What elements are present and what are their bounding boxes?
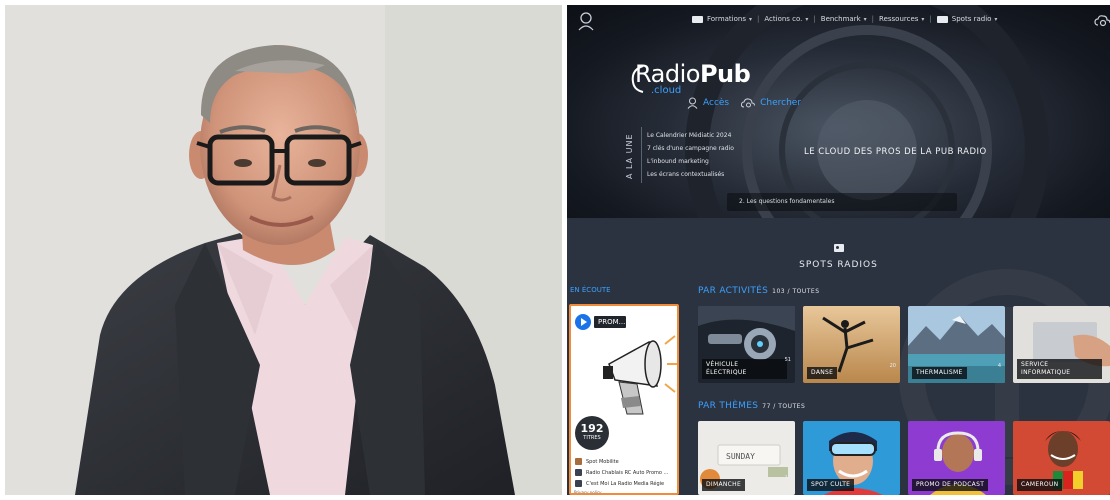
radio-icon (833, 244, 844, 252)
playlist-item[interactable]: C'est Moi La Radio Media Régie (575, 478, 668, 489)
activities-label: PAR ACTIVITÉS (698, 286, 769, 296)
menu-label: Actions co. (764, 15, 803, 23)
themes-label: PAR THÈMES (698, 401, 759, 411)
hero-banner: Formations ▾ | Actions co. ▾ | Benchmark… (567, 5, 1110, 218)
logo-wordmark: RadioPub (635, 60, 751, 88)
radiopub-logo[interactable]: RadioPub .cloud (631, 60, 751, 96)
tile-caption: PROMO DE PODCAST (912, 479, 989, 491)
menu-label: Ressources (879, 15, 919, 23)
main-menu: Formations ▾ | Actions co. ▾ | Benchmark… (687, 15, 1002, 23)
menu-label: Benchmark (820, 15, 861, 23)
search-label: Chercher (760, 98, 802, 108)
activities-heading[interactable]: PAR ACTIVITÉS 103 / TOUTES (698, 286, 820, 296)
track-thumbnail (575, 480, 582, 487)
cloud-swoosh-icon (631, 65, 644, 93)
a-la-une-label: A LA UNE (625, 133, 634, 179)
cloud-search-icon[interactable] (1094, 13, 1110, 29)
radio-badge-icon (936, 15, 948, 23)
logo-pub: Pub (699, 60, 751, 88)
hero-tagline: LE CLOUD DES PROS DE LA PUB RADIO (804, 147, 987, 157)
a-la-une-item[interactable]: Les écrans contextualisés (647, 168, 734, 181)
logo-cloud-suffix: .cloud (651, 85, 682, 96)
a-la-une-item[interactable]: 7 clés d'une campagne radio (647, 142, 734, 155)
themes-heading[interactable]: PAR THÈMES 77 / TOUTES (698, 401, 805, 411)
tile-caption: SPOT CULTE (807, 479, 855, 491)
tile-caption-line: VÉHICULE (706, 361, 739, 368)
track-count: 192 (580, 422, 604, 435)
tile-count: 18 (784, 475, 791, 481)
portrait-photo (5, 5, 562, 495)
tile-count: 4 (997, 363, 1001, 369)
tile-caption-line: ÉLECTRIQUE (706, 369, 747, 376)
themes-count: 77 / TOUTES (762, 403, 806, 410)
tile-caption-line: INFORMATIQUE (1021, 369, 1071, 376)
playlist-item[interactable]: Radio Chablais RC Auto Promo ... (575, 467, 668, 478)
a-la-une-item[interactable]: L'inbound marketing (647, 155, 734, 168)
privacy-policy-link[interactable]: Privacy policy (574, 490, 602, 493)
tile-count: 20 (889, 363, 896, 369)
tile-danse[interactable]: DANSE 20 (803, 306, 900, 383)
radiopub-website: Formations ▾ | Actions co. ▾ | Benchmark… (567, 5, 1110, 495)
menu-label: Spots radio (951, 15, 992, 23)
menu-actions-co[interactable]: Actions co. ▾ (759, 15, 813, 23)
menu-formations[interactable]: Formations ▾ (687, 15, 757, 23)
user-icon (687, 97, 698, 109)
section-title: SPOTS RADIOS (799, 260, 878, 270)
user-icon[interactable] (577, 11, 595, 31)
menu-spots-radio[interactable]: Spots radio ▾ (932, 15, 1003, 23)
tile-promo-de-podcast[interactable]: PROMO DE PODCAST (908, 421, 1005, 495)
track-title: Spot Mobilite (586, 458, 619, 465)
tile-caption: CAMEROUN (1017, 479, 1063, 491)
sunday-sign-text: SUNDAY (726, 452, 755, 461)
questions-fondamentales-link[interactable]: 2. Les questions fondamentales (727, 193, 957, 211)
menu-label: Formations (707, 15, 746, 23)
track-thumbnail (575, 458, 582, 465)
tile-cameroun[interactable]: CAMEROUN (1013, 421, 1110, 495)
tile-dimanche[interactable]: SUNDAY DIMANCHE 18 (698, 421, 795, 495)
track-count-label: TITRES (583, 435, 601, 441)
spots-radios-header: SPOTS RADIOS (567, 237, 1110, 270)
track-title: C'est Moi La Radio Media Régie (586, 480, 665, 487)
top-navigation: Formations ▾ | Actions co. ▾ | Benchmark… (567, 5, 1110, 37)
playlist: Spot Mobilite Radio Chablais RC Auto Pro… (575, 456, 668, 489)
access-label: Accès (703, 98, 730, 108)
portrait-illustration (5, 5, 562, 495)
chevron-down-icon: ▾ (994, 15, 998, 23)
track-count-badge: 192 TITRES (575, 416, 609, 450)
tile-thermalisme[interactable]: THERMALISME 4 (908, 306, 1005, 383)
tile-caption-line: SERVICE (1021, 361, 1049, 368)
now-playing-label: EN ÉCOUTE (570, 286, 611, 294)
search-link[interactable]: Chercher (741, 97, 801, 109)
playlist-item[interactable]: Spot Mobilite (575, 456, 668, 467)
chevron-down-icon: ▾ (748, 15, 752, 23)
menu-ressources[interactable]: Ressources ▾ (874, 15, 929, 23)
radio-badge-icon (692, 15, 703, 23)
audio-player-widget: PROM... 192 TITRES Spot Mobilite Radio C… (569, 304, 679, 495)
tile-caption: VÉHICULE ÉLECTRIQUE (702, 359, 787, 379)
track-title: Radio Chablais RC Auto Promo ... (586, 469, 669, 476)
tile-caption: DANSE (807, 367, 838, 379)
menu-benchmark[interactable]: Benchmark ▾ (816, 15, 872, 23)
track-thumbnail (575, 469, 582, 476)
a-la-une-list: Le Calendrier Médiatic 2024 7 clés d'une… (647, 129, 734, 181)
megaphone-illustration (603, 335, 677, 415)
tile-vehicule-electrique[interactable]: VÉHICULE ÉLECTRIQUE 51 (698, 306, 795, 383)
tile-count: 51 (784, 357, 791, 363)
chevron-down-icon: ▾ (921, 15, 925, 23)
cloud-search-icon (741, 98, 756, 108)
tile-caption: DIMANCHE (702, 479, 746, 491)
a-la-une-item[interactable]: Le Calendrier Médiatic 2024 (647, 129, 734, 142)
page: Formations ▾ | Actions co. ▾ | Benchmark… (0, 0, 1110, 500)
tile-caption: SERVICE INFORMATIQUE (1017, 359, 1102, 379)
activities-count: 103 / TOUTES (772, 288, 820, 295)
a-la-une-divider (641, 127, 642, 183)
access-row: Accès Chercher (687, 97, 813, 109)
chevron-down-icon: ▾ (863, 15, 867, 23)
tile-spot-culte[interactable]: SPOT CULTE (803, 421, 900, 495)
play-button[interactable] (575, 314, 591, 330)
tile-caption: THERMALISME (912, 367, 967, 379)
access-link[interactable]: Accès (687, 97, 729, 109)
tile-service-informatique[interactable]: SERVICE INFORMATIQUE (1013, 306, 1110, 383)
chevron-down-icon: ▾ (805, 15, 809, 23)
